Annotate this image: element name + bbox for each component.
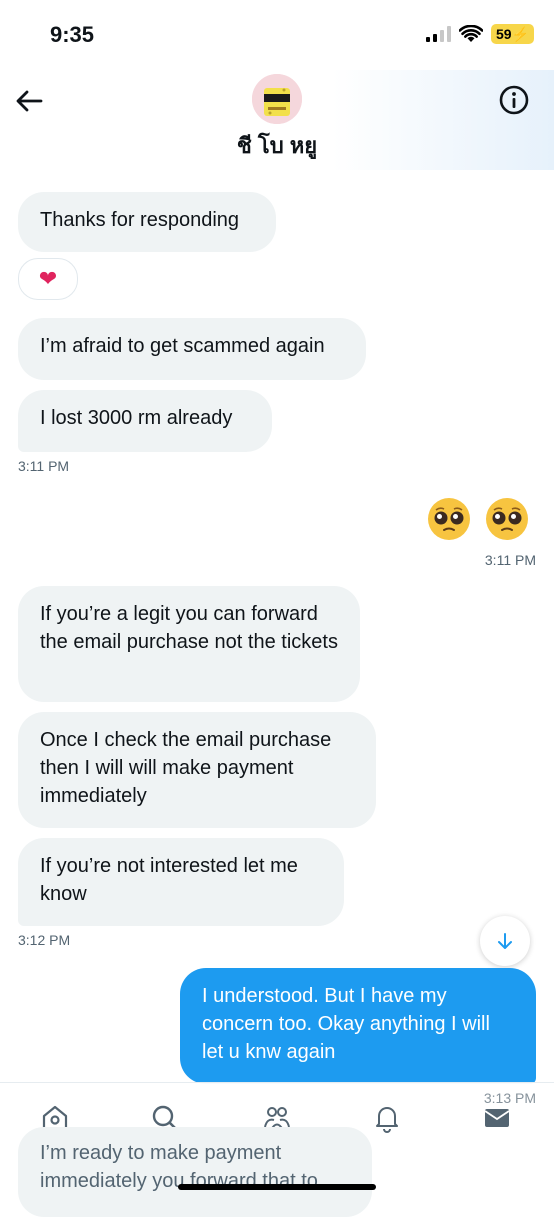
message-text: Once I check the email purchase then I w…	[40, 729, 332, 807]
avatar[interactable]	[252, 74, 302, 124]
message-list[interactable]: Thanks for responding ❤ I’m afraid to ge…	[0, 170, 554, 1084]
message-text: Thanks for responding	[40, 209, 240, 231]
message-timestamp: 3:11 PM	[484, 552, 536, 568]
message-bubble[interactable]: Thanks for responding	[18, 192, 276, 252]
message-bubble[interactable]: I lost 3000 rm already	[18, 390, 272, 452]
message-bubble[interactable]: I’m afraid to get scammed again	[18, 318, 366, 380]
arrow-down-icon	[498, 933, 512, 949]
message-bubble[interactable]: Once I check the email purchase then I w…	[18, 712, 376, 828]
pleading-face-emoji-icon	[486, 498, 528, 540]
message-text: I lost 3000 rm already	[40, 407, 233, 429]
conversation-header: ชี โบ หยู	[0, 70, 554, 170]
status-bar: 9:35 59⚡	[0, 0, 554, 70]
message-timestamp: 3:11 PM	[18, 458, 70, 474]
message-draft-bubble[interactable]: I’m ready to make payment immediately yo…	[18, 1127, 372, 1217]
bell-icon[interactable]	[372, 1103, 402, 1133]
status-icons: 59⚡	[425, 24, 534, 44]
scroll-to-bottom-button[interactable]	[480, 916, 530, 966]
mail-icon[interactable]	[482, 1103, 512, 1133]
battery-indicator: 59⚡	[490, 24, 534, 44]
message-text: I understood. But I have my concern too.…	[202, 985, 490, 1063]
info-icon[interactable]	[498, 84, 530, 116]
message-timestamp: 3:12 PM	[18, 932, 71, 948]
status-time: 9:35	[50, 22, 95, 47]
message-bubble[interactable]: If you’re a legit you can forward the em…	[18, 586, 360, 702]
charging-icon: ⚡	[511, 26, 529, 42]
wifi-icon	[458, 25, 483, 42]
signal-icon	[425, 26, 451, 42]
message-timestamp: 3:13 PM	[483, 1090, 536, 1106]
pleading-face-emoji-icon	[428, 498, 470, 540]
message-bubble[interactable]: If you’re not interested let me know	[18, 838, 344, 926]
battery-level: 59	[495, 26, 512, 42]
message-text: If you’re not interested let me know	[40, 855, 298, 905]
arrow-left-icon[interactable]	[14, 86, 44, 116]
message-text: I’m afraid to get scammed again	[40, 335, 325, 357]
heart-icon: ❤	[38, 266, 58, 291]
contact-name[interactable]: ชี โบ หยู	[0, 128, 554, 163]
home-indicator	[178, 1184, 376, 1190]
avatar-image	[252, 74, 302, 124]
message-bubble[interactable]: I understood. But I have my concern too.…	[180, 968, 536, 1084]
message-text: If you’re a legit you can forward the em…	[40, 603, 338, 653]
heart-reaction[interactable]: ❤	[18, 258, 78, 300]
